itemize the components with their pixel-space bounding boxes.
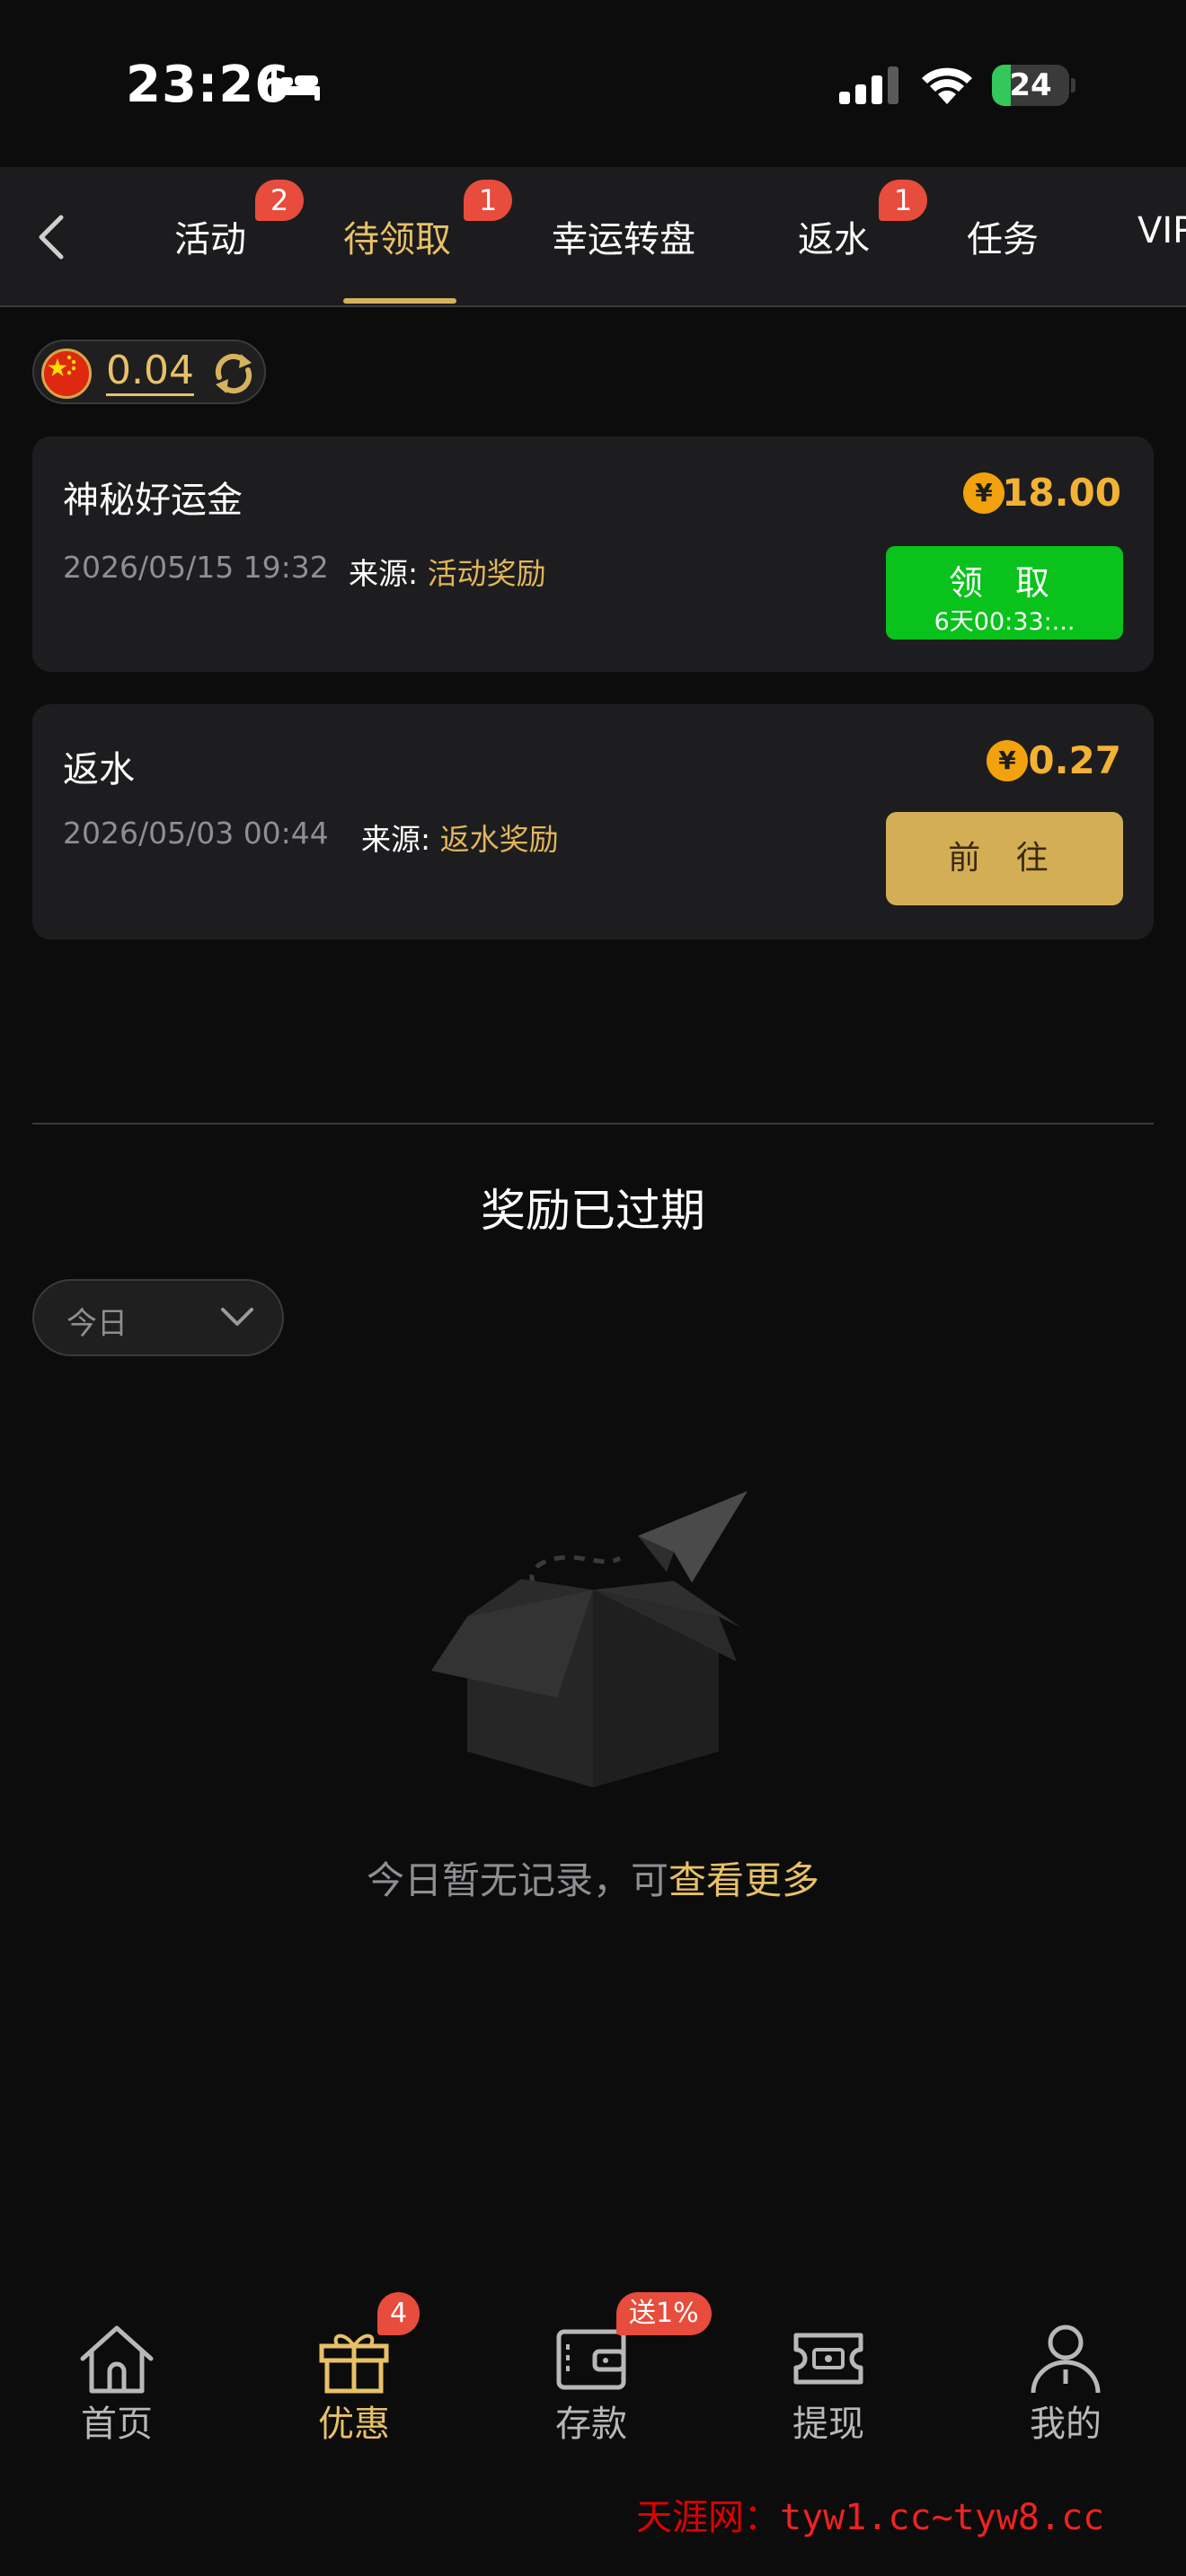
home-icon [80,2325,154,2394]
nav-promotions[interactable]: 优惠 4 [282,2292,426,2445]
cellular-signal-icon [839,66,898,104]
reward-source: 来源: 返水奖励 [361,822,559,857]
tab-pending-claim-badge: 1 [464,180,512,221]
claim-countdown: 6天00:33:... [934,608,1075,636]
expired-section-title: 奖励已过期 [481,1185,705,1237]
battery-indicator: 24 [992,65,1075,106]
balance-pill: 0.04 [32,340,266,404]
back-chevron-icon[interactable] [31,212,75,262]
tab-vip[interactable]: VIP [1137,210,1186,251]
active-tab-underline [343,298,456,304]
category-tab-bar: 活动 2 待领取 1 幸运转盘 返水 1 任务 VIP [0,167,1186,307]
reward-source: 来源: 活动奖励 [349,556,546,591]
claim-button[interactable]: 领 取 6天00:33:... [886,546,1123,640]
tab-activity-badge: 2 [255,180,304,221]
nav-deposit[interactable]: 存款 送1% [519,2292,712,2445]
nav-profile[interactable]: 我的 [994,2299,1137,2445]
reward-title: 返水 [63,749,135,790]
nav-deposit-label: 存款 [555,2404,627,2445]
nav-deposit-badge: 送1% [616,2292,712,2335]
reward-source-value: 返水奖励 [439,822,559,857]
wifi-icon [922,67,972,104]
reward-card: 神秘好运金 2026/05/15 19:32 来源: 活动奖励 ¥ 18.00 … [32,437,1154,672]
claim-button-label: 领 取 [948,563,1061,603]
coin-icon: ¥ [963,472,1005,514]
reward-source-value: 活动奖励 [427,556,546,591]
tab-rebate[interactable]: 返水 [798,210,870,262]
date-filter-value: 今日 [66,1306,128,1342]
section-divider [32,1123,1154,1125]
nav-home-label: 首页 [81,2404,153,2445]
tab-activity[interactable]: 活动 [174,210,246,262]
reward-card: 返水 2026/05/03 00:44 来源: 返水奖励 ¥ 0.27 前 往 [32,704,1154,940]
coin-icon: ¥ [987,740,1028,781]
tab-lucky-wheel[interactable]: 幸运转盘 [552,210,695,262]
empty-state-message: 今日暂无记录，可查看更多 [366,1858,820,1902]
user-icon [1031,2325,1101,2394]
nav-profile-label: 我的 [1030,2404,1102,2445]
app-screen: 23:26 24 活动 2 待领取 1 幸运转盘 返水 1 任务 VI 0.04… [0,0,1186,2576]
reward-title: 神秘好运金 [63,480,243,521]
ticket-icon [793,2333,863,2385]
tab-pending-claim[interactable]: 待领取 [343,210,451,262]
refresh-icon[interactable] [210,350,257,397]
tab-rebate-badge: 1 [879,180,927,221]
nav-withdraw[interactable]: 提现 [757,2299,900,2445]
nav-withdraw-label: 提现 [792,2404,864,2445]
reward-amount: 0.27 [1028,738,1121,782]
status-bar: 23:26 24 [0,0,1186,167]
china-flag-icon [41,348,92,399]
goto-button[interactable]: 前 往 [886,812,1123,905]
balance-amount: 0.04 [106,348,194,396]
nav-promotions-badge: 4 [377,2292,420,2335]
view-more-link[interactable]: 查看更多 [668,1858,819,1902]
battery-percent: 24 [1009,67,1052,103]
reward-time: 2026/05/03 00:44 [63,816,329,851]
date-filter-select[interactable]: 今日 [32,1279,284,1356]
reward-amount: 18.00 [1002,471,1121,515]
sleep-focus-icon [271,68,320,101]
chevron-down-icon [221,1308,253,1326]
tab-tasks[interactable]: 任务 [967,210,1039,262]
status-time: 23:26 [126,56,291,114]
nav-home[interactable]: 首页 [45,2299,189,2445]
empty-box-illustration [431,1491,748,1787]
nav-promotions-label: 优惠 [318,2404,390,2445]
site-watermark: 天涯网：tyw1.cc~tyw8.cc [636,2497,1105,2538]
bottom-nav: 首页 优惠 4 存款 送1% 提现 我的 [0,2292,1186,2479]
reward-time: 2026/05/15 19:32 [63,550,329,585]
